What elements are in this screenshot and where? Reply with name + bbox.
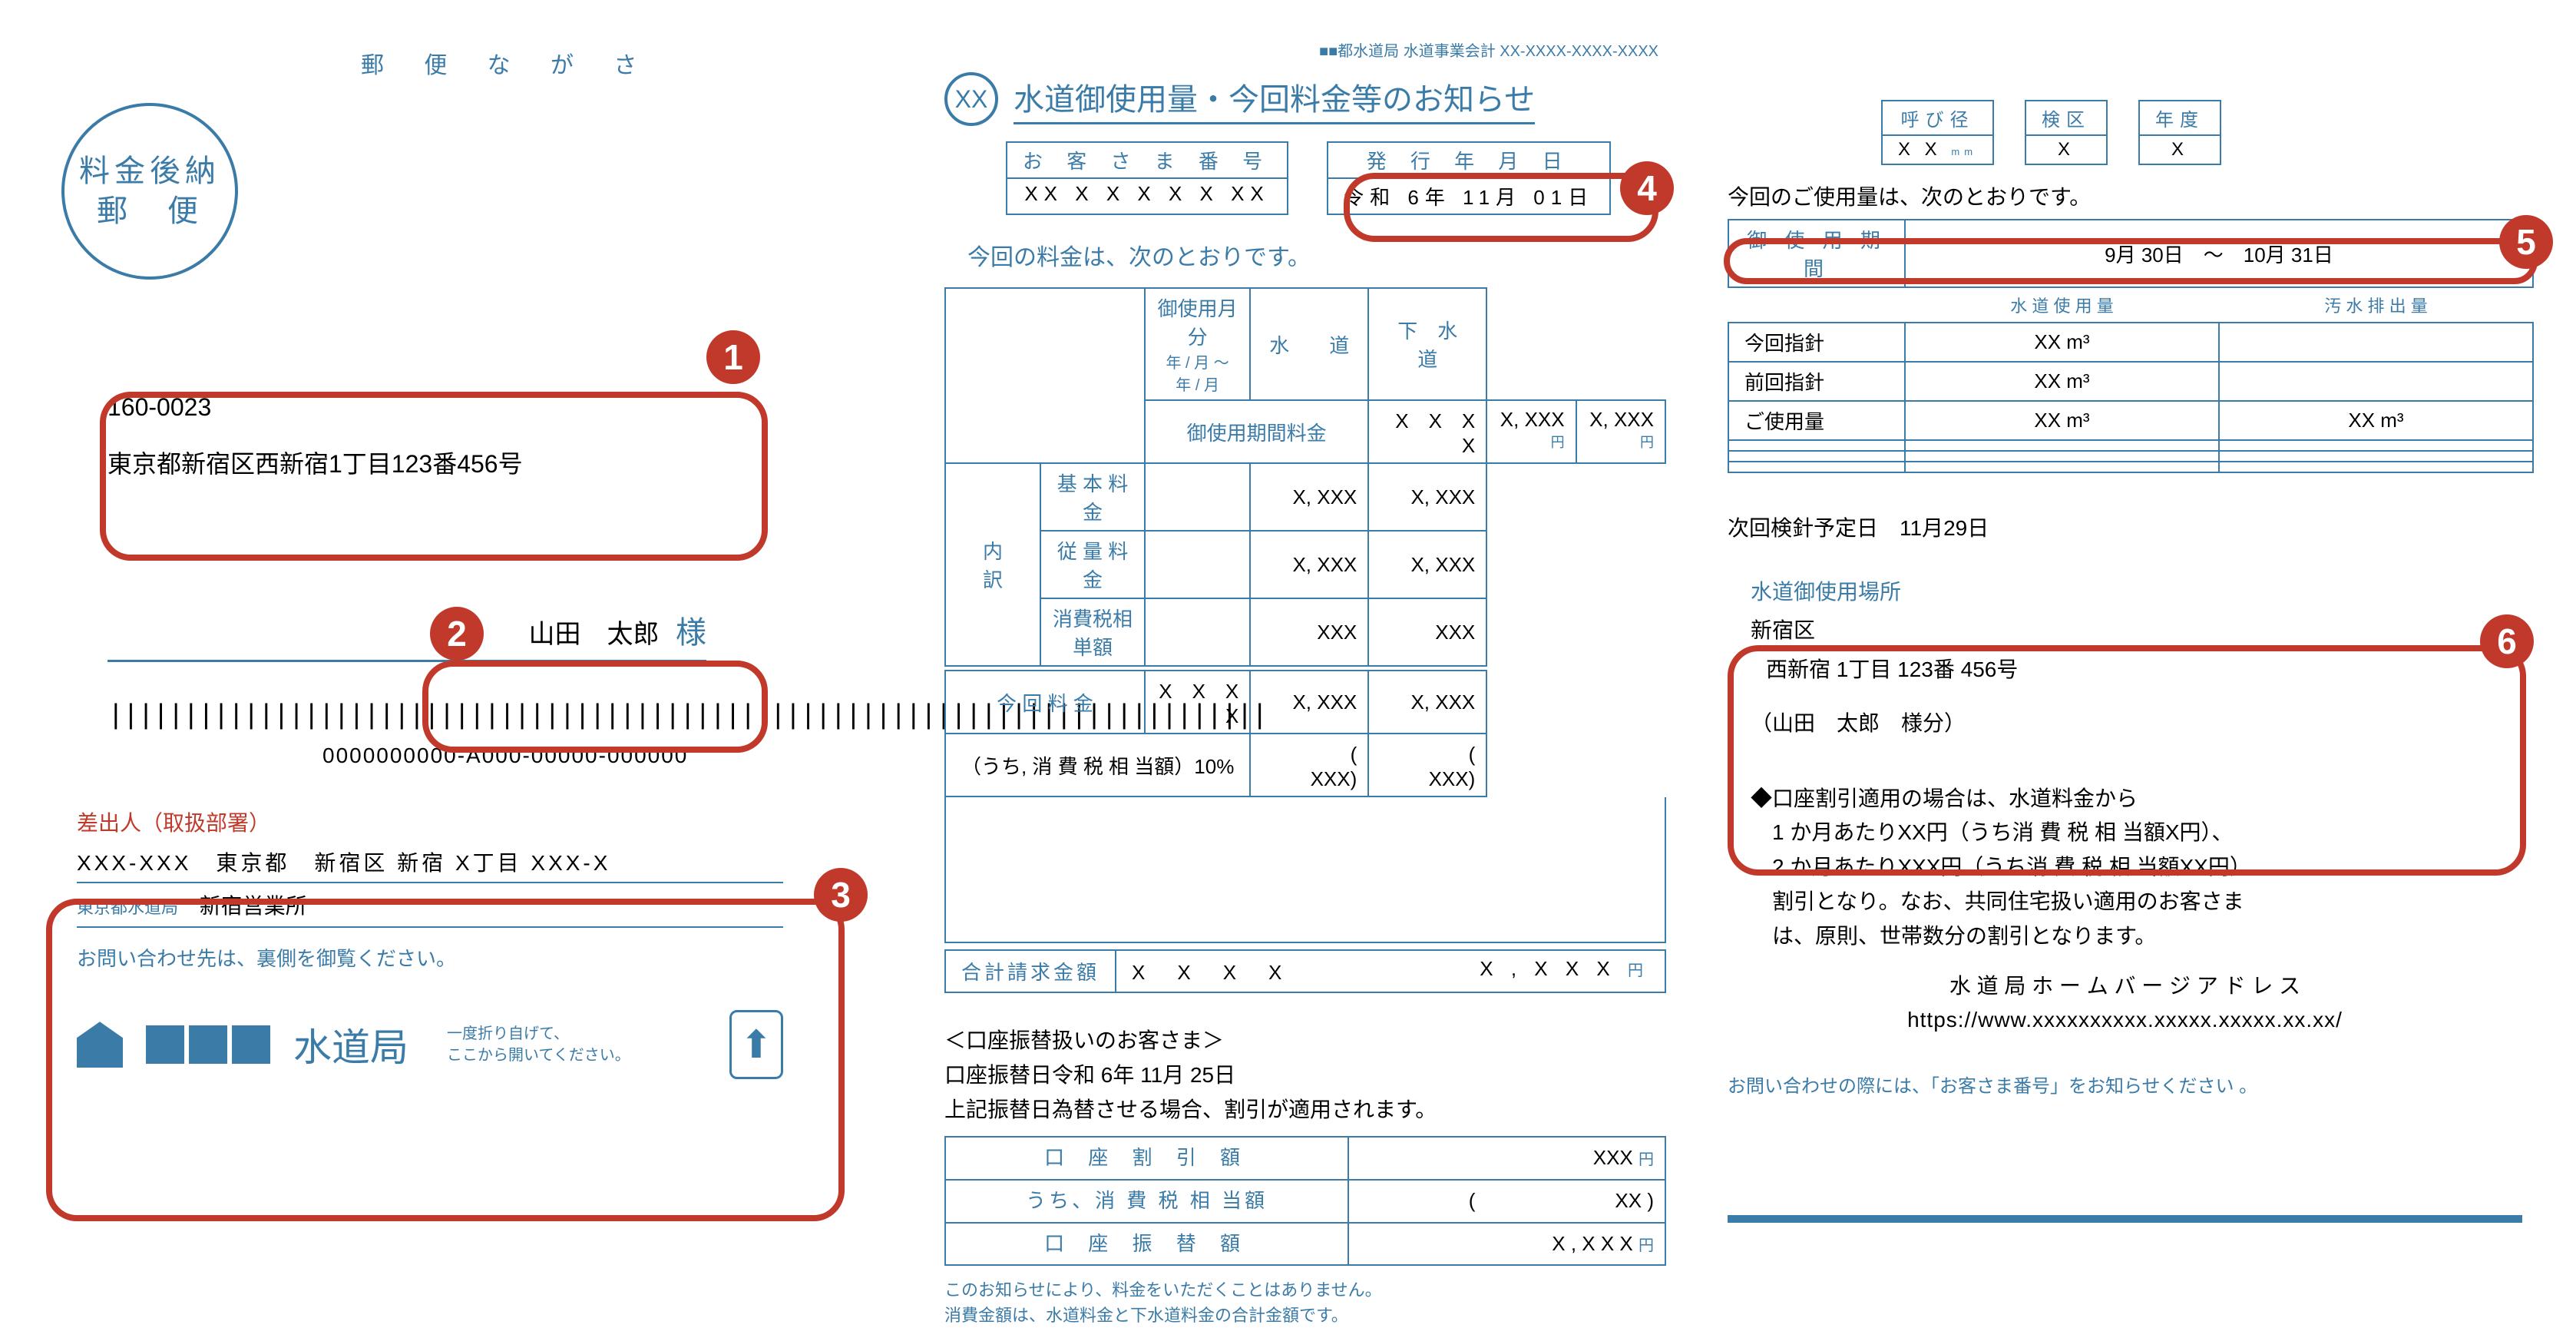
ward-box: 検区 X bbox=[2025, 100, 2108, 165]
annotation-box-2 bbox=[422, 661, 768, 753]
homepage-label: 水 道 局 ホ ー ム バ ー ジ ア ド レ ス bbox=[1728, 969, 2522, 1000]
transfer-note: 上記振替日為替させる場合、割引が適用されます。 bbox=[944, 1093, 1666, 1128]
badge-1: 1 bbox=[706, 330, 760, 384]
postal-header: 郵 便 な が さ bbox=[361, 46, 806, 80]
annotation-box-3 bbox=[46, 899, 845, 1221]
usage-intro: 今回のご使用量は、次のとおりです。 bbox=[1728, 180, 2522, 211]
year-box: 年度 X bbox=[2138, 100, 2221, 165]
xx-circle-icon: XX bbox=[944, 72, 998, 126]
transfer-title: ＜口座振替扱いのお客さま＞ bbox=[944, 1024, 1666, 1058]
annotation-box-5 bbox=[1724, 238, 2538, 284]
badge-3: 3 bbox=[814, 868, 868, 922]
contact-footer: お問い合わせの際には、「お客さま番号」をお知らせください 。 bbox=[1728, 1071, 2522, 1098]
annotation-box-4 bbox=[1344, 173, 1658, 242]
postage-stamp: 料金後納 郵 便 bbox=[61, 103, 238, 280]
recipient-name: 山田 太郎 bbox=[529, 620, 660, 649]
badge-6: 6 bbox=[2480, 614, 2534, 668]
transfer-table: 口 座 割 引 額XXX 円 うち、消 費 税 相 当額( XX ) 口 座 振… bbox=[944, 1136, 1666, 1266]
stamp-line1: 料金後納 bbox=[79, 151, 220, 191]
blank-notes-box bbox=[944, 797, 1666, 943]
annotation-box-1 bbox=[100, 392, 768, 561]
badge-2: 2 bbox=[430, 607, 484, 661]
badge-5: 5 bbox=[2499, 215, 2553, 269]
fee-table: 御使用月分年 / 月 ～ 年 / 月 水 道 下 水 道 御使用期間料金 X X… bbox=[944, 287, 1666, 797]
blue-divider bbox=[1728, 1215, 2522, 1223]
fee-intro: 今回の料金は、次のとおりです。 bbox=[967, 238, 1666, 272]
footnote: このお知らせにより、料金をいただくことはありません。 消費金額は、水道料金と下水… bbox=[944, 1277, 1666, 1328]
next-reading-date: 次回検針予定日 11月29日 bbox=[1728, 512, 2522, 542]
total-row: 合計請求金額 X X X XX , X X X 円 bbox=[944, 949, 1666, 993]
diameter-box: 呼び径 X X mm bbox=[1881, 100, 1994, 165]
homepage-url: https://www.xxxxxxxxxx.xxxxx.xxxxx.xx.xx… bbox=[1728, 1008, 2522, 1032]
sender-title: 差出人（取扱部署） bbox=[77, 806, 783, 837]
annotation-box-6 bbox=[1728, 645, 2526, 876]
customer-number-box: お 客 さ ま 番 号 XX X X X X X XX bbox=[1006, 141, 1288, 215]
transfer-date: 口座振替日令和 6年 11月 25日 bbox=[944, 1058, 1666, 1093]
notice-title: 水道御使用量・今回料金等のお知らせ bbox=[1014, 75, 1535, 124]
recipient-suffix: 様 bbox=[676, 616, 706, 650]
sender-address: XXX-XXX 東京都 新宿区 新宿 X丁目 XXX-X bbox=[77, 837, 783, 883]
stamp-line2: 郵 便 bbox=[97, 191, 203, 231]
recipient-name-line: 山田 太郎 様 bbox=[107, 600, 706, 662]
account-line: ■■都水道局 水道事業会計 XX-XXXX-XXXX-XXXX bbox=[944, 38, 1658, 61]
badge-4: 4 bbox=[1620, 161, 1674, 215]
